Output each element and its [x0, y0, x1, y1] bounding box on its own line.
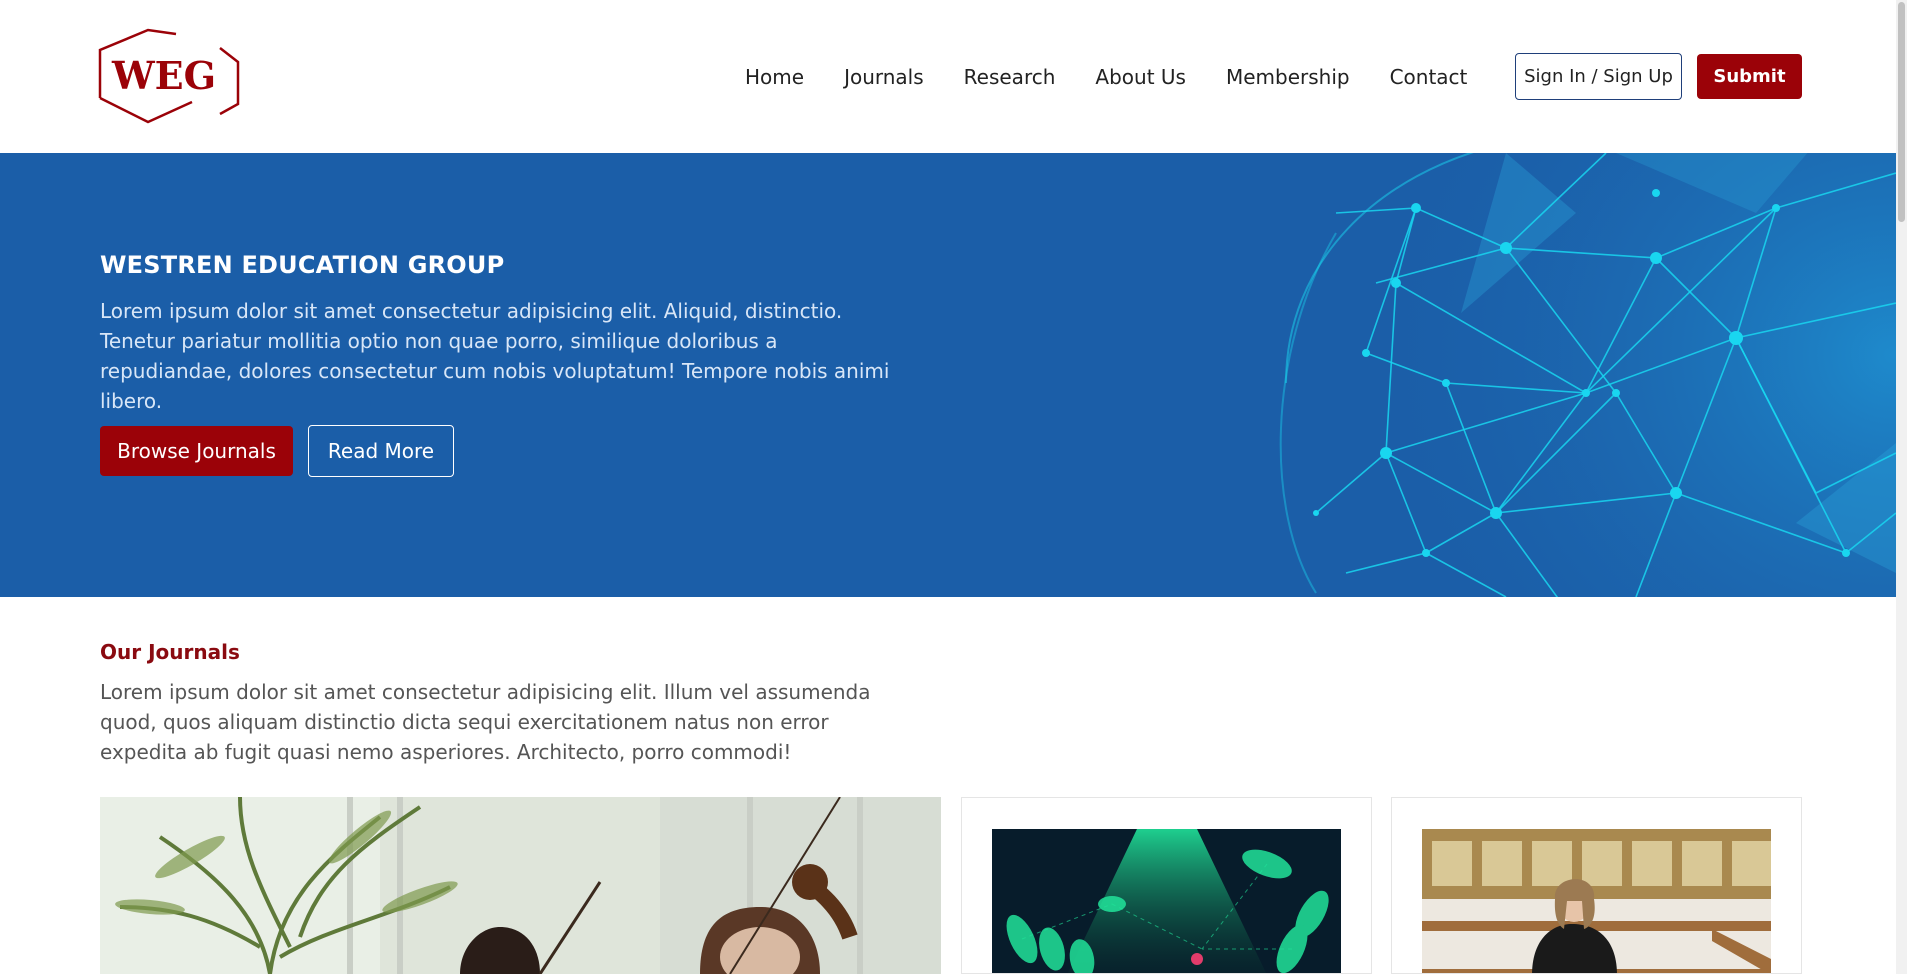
scrollbar-thumb[interactable] — [1898, 2, 1905, 222]
read-more-button[interactable]: Read More — [308, 425, 454, 477]
nav-research[interactable]: Research — [964, 65, 1056, 89]
journals-section-title: Our Journals — [100, 640, 240, 664]
weg-logo[interactable]: WEG — [96, 26, 244, 126]
hero-description: Lorem ipsum dolor sit amet consectetur a… — [100, 299, 890, 413]
journal-card-image — [992, 829, 1341, 973]
journal-card-image — [1422, 829, 1771, 973]
page-scrollbar[interactable] — [1896, 0, 1907, 974]
globe-network-image — [1279, 153, 1896, 597]
hero-banner: WESTREN EDUCATION GROUP Lorem ipsum dolo… — [0, 153, 1896, 597]
nav-contact[interactable]: Contact — [1390, 65, 1468, 89]
main-nav: Home Journals Research About Us Membersh… — [745, 0, 1467, 153]
submit-button[interactable]: Submit — [1697, 54, 1802, 99]
nav-membership[interactable]: Membership — [1226, 65, 1350, 89]
browse-journals-button[interactable]: Browse Journals — [100, 426, 293, 476]
site-header: WEG Home Journals Research About Us Memb… — [0, 0, 1896, 153]
nav-home[interactable]: Home — [745, 65, 804, 89]
journal-card[interactable] — [961, 797, 1372, 974]
logo-hexagon-icon: WEG — [98, 28, 240, 124]
signin-button[interactable]: Sign In / Sign Up — [1515, 53, 1682, 100]
musicians-photo — [100, 797, 941, 974]
nav-journals[interactable]: Journals — [844, 65, 924, 89]
featured-journal-image[interactable] — [100, 797, 941, 974]
logo-text: WEG — [111, 53, 216, 98]
data-science-illustration — [992, 829, 1341, 973]
journals-section-description: Lorem ipsum dolor sit amet consectetur a… — [100, 680, 871, 764]
hero-title: WESTREN EDUCATION GROUP — [100, 251, 505, 279]
journal-card[interactable] — [1391, 797, 1802, 974]
professor-photo — [1422, 829, 1771, 973]
nav-about-us[interactable]: About Us — [1095, 65, 1186, 89]
